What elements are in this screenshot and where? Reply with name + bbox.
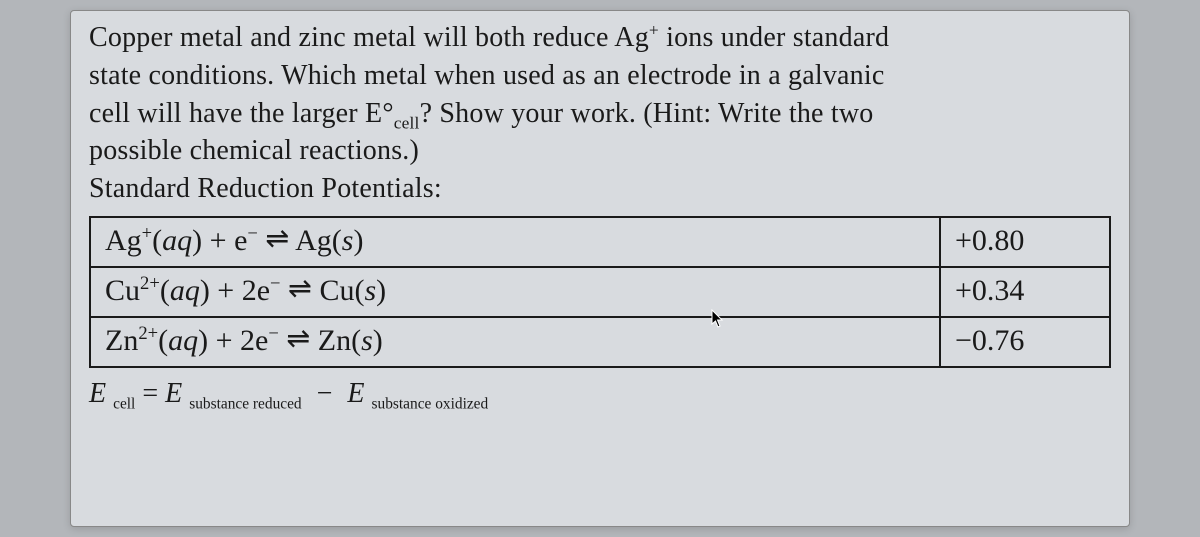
ecell-formula: E cell = E substance reduced − E substan… [89,378,1111,414]
question-line-2: state conditions. Which metal when used … [89,60,884,91]
document-container: Copper metal and zinc metal will both re… [70,10,1130,527]
reaction-cell: Ag+(aq) + e− ⇌ Ag(s) [90,217,940,267]
question-line-4: possible chemical reactions.) [89,135,419,166]
reaction-cell: Cu2+(aq) + 2e− ⇌ Cu(s) [90,267,940,317]
question-line-3: cell will have the larger E°cell? Show y… [89,98,873,129]
question-line-5: Standard Reduction Potentials: [89,173,442,204]
formula-equals: = [142,378,165,409]
formula-sub-reduced: substance reduced [189,396,301,413]
potentials-table: Ag+(aq) + e− ⇌ Ag(s) +0.80 Cu2+(aq) + 2e… [89,216,1111,368]
formula-minus: − [317,378,333,409]
table-row: Ag+(aq) + e− ⇌ Ag(s) +0.80 [90,217,1110,267]
reaction-cell: Zn2+(aq) + 2e− ⇌ Zn(s) [90,317,940,367]
question-line-1: Copper metal and zinc metal will both re… [89,22,889,53]
formula-E-red: E [165,378,182,409]
formula-E-ox: E [347,378,364,409]
table-row: Cu2+(aq) + 2e− ⇌ Cu(s) +0.34 [90,267,1110,317]
table-row: Zn2+(aq) + 2e− ⇌ Zn(s) −0.76 [90,317,1110,367]
formula-sub-oxidized: substance oxidized [372,396,489,413]
formula-E-cell: E [89,378,106,409]
formula-sub-cell: cell [113,396,135,413]
question-text: Copper metal and zinc metal will both re… [89,19,1111,208]
potential-cell: +0.80 [940,217,1110,267]
potential-cell: −0.76 [940,317,1110,367]
potential-cell: +0.34 [940,267,1110,317]
